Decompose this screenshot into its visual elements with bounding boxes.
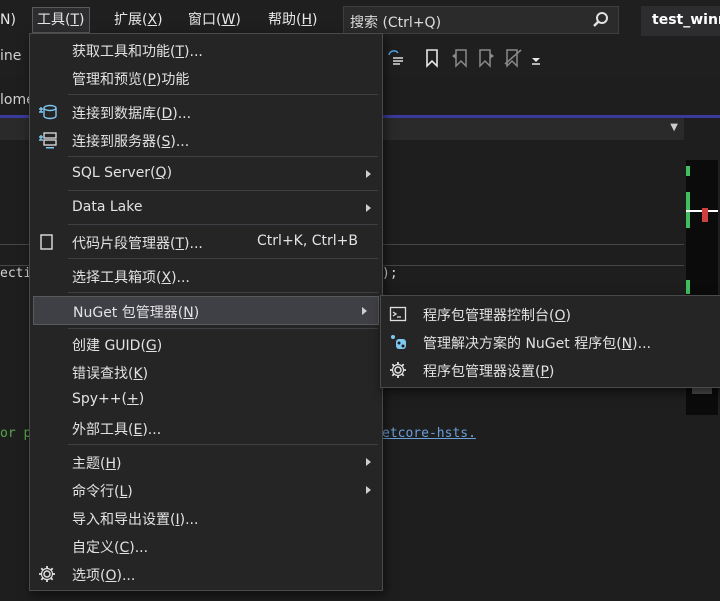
- submenu-item-package-settings[interactable]: 程序包管理器设置(P): [381, 356, 720, 384]
- menu-item-label: 外部工具(E)...: [72, 422, 162, 438]
- server-connect-icon: [38, 131, 57, 149]
- menu-item-label: 创建 GUID(G): [72, 338, 163, 354]
- menu-item-connect-database[interactable]: 连接到数据库(D)...: [30, 99, 382, 125]
- nuget-icon: [389, 333, 407, 351]
- menu-item-import-export[interactable]: 导入和导出设置(I)...: [30, 505, 382, 531]
- tools-menu: 获取工具和功能(T)... 管理和预览(P)功能 连接到数据库(D)... 连接…: [29, 33, 383, 591]
- code-line-fragment: ecti: [0, 266, 32, 281]
- menu-item-shortcut: Ctrl+K, Ctrl+B: [257, 233, 358, 249]
- format-icon[interactable]: [386, 48, 406, 72]
- bookmark-clear-icon[interactable]: [503, 48, 523, 72]
- toolbar-overflow-icon[interactable]: [530, 54, 542, 70]
- database-connect-icon: [38, 103, 57, 121]
- menu-separator: [68, 94, 378, 95]
- menu-separator: [68, 328, 378, 329]
- snippet-icon: [38, 233, 56, 251]
- menu-item-label: 错误查找(K): [72, 366, 149, 382]
- menu-separator: [68, 190, 378, 191]
- bookmark-next-icon[interactable]: [476, 48, 496, 72]
- bookmark-prev-icon[interactable]: [450, 48, 470, 72]
- submenu-item-label: 程序包管理器设置(P): [423, 364, 555, 380]
- menu-window[interactable]: 窗口(W): [184, 8, 245, 32]
- menu-separator: [68, 444, 378, 445]
- menu-help[interactable]: 帮助(H): [264, 8, 321, 32]
- menu-item-label: 主题(H): [72, 456, 122, 472]
- submenu-arrow-icon: [362, 307, 367, 315]
- submenu-item-package-console[interactable]: 程序包管理器控制台(O): [381, 300, 720, 328]
- submenu-arrow-icon: [366, 170, 371, 178]
- menu-item-label: Spy++(+): [72, 391, 145, 407]
- submenu-arrow-icon: [366, 458, 371, 466]
- menu-item-label: 选择工具箱项(X)...: [72, 270, 190, 286]
- submenu-item-label: 管理解决方案的 NuGet 程序包(N)...: [423, 336, 651, 352]
- menu-item-sql-server[interactable]: SQL Server(Q): [30, 161, 382, 187]
- chevron-down-icon[interactable]: ▼: [670, 122, 678, 133]
- menu-item-error-lookup[interactable]: 错误查找(K): [30, 359, 382, 385]
- menu-partial-item[interactable]: N): [0, 8, 20, 32]
- menu-item-label: 获取工具和功能(T)...: [72, 44, 203, 60]
- gear-icon: [389, 361, 407, 379]
- menu-item-data-lake[interactable]: Data Lake: [30, 195, 382, 221]
- gear-icon: [38, 565, 56, 583]
- submenu-item-label: 程序包管理器控制台(O): [423, 308, 571, 324]
- menu-extensions[interactable]: 扩展(X): [110, 8, 167, 32]
- menu-item-label: 导入和导出设置(I)...: [72, 512, 199, 528]
- solution-title: test_winr: [641, 6, 720, 36]
- menu-separator: [68, 224, 378, 225]
- menu-item-command-line[interactable]: 命令行(L): [30, 477, 382, 503]
- menu-item-spy[interactable]: Spy++(+): [30, 387, 382, 413]
- submenu-item-manage-nuget[interactable]: 管理解决方案的 NuGet 程序包(N)...: [381, 328, 720, 356]
- bookmark-icon[interactable]: [424, 48, 440, 72]
- menu-item-label: 命令行(L): [72, 484, 133, 500]
- menu-separator: [68, 292, 378, 293]
- menu-item-external-tools[interactable]: 外部工具(E)...: [30, 415, 382, 441]
- menu-item-theme[interactable]: 主题(H): [30, 449, 382, 475]
- menu-item-label: NuGet 包管理器(N): [73, 305, 200, 321]
- menu-item-label: 连接到服务器(S)...: [72, 134, 190, 150]
- search-box[interactable]: 搜索 (Ctrl+Q): [343, 6, 619, 34]
- menu-item-snippets-manager[interactable]: 代码片段管理器(T)... Ctrl+K, Ctrl+B: [30, 229, 382, 255]
- menu-item-label: 自定义(C)...: [72, 540, 149, 556]
- code-line-fragment-end: );: [382, 266, 398, 281]
- menu-item-choose-toolbox[interactable]: 选择工具箱项(X)...: [30, 263, 382, 289]
- search-placeholder: 搜索 (Ctrl+Q): [350, 15, 442, 31]
- menu-item-label: 连接到数据库(D)...: [72, 106, 192, 122]
- menu-item-options[interactable]: 选项(O)...: [30, 561, 382, 587]
- menu-tools[interactable]: 工具(T): [32, 7, 90, 33]
- menu-item-connect-server[interactable]: 连接到服务器(S)...: [30, 127, 382, 153]
- menu-item-label: Data Lake: [72, 199, 143, 215]
- code-comment-fragment: or p: [0, 426, 32, 441]
- menu-item-label: 管理和预览(P)功能: [72, 72, 190, 88]
- menu-item-label: 选项(O)...: [72, 568, 136, 584]
- menu-item-label: 代码片段管理器(T)...: [72, 236, 203, 252]
- menu-item-manage-preview[interactable]: 管理和预览(P)功能: [30, 65, 382, 91]
- console-icon: [389, 305, 407, 323]
- menu-item-create-guid[interactable]: 创建 GUID(G): [30, 331, 382, 357]
- menu-item-label: SQL Server(Q): [72, 165, 173, 181]
- menu-separator: [68, 156, 378, 157]
- code-link-fragment[interactable]: etcore-hsts.: [382, 426, 476, 441]
- toolbar-partial-label: ine: [0, 48, 22, 64]
- solution-title-text: test_winr: [652, 12, 720, 28]
- menu-item-get-tools[interactable]: 获取工具和功能(T)...: [30, 37, 382, 63]
- menu-separator: [68, 258, 378, 259]
- nuget-submenu: 程序包管理器控制台(O) 管理解决方案的 NuGet 程序包(N)... 程序包…: [380, 295, 720, 388]
- search-icon[interactable]: [592, 10, 610, 34]
- menu-item-nuget[interactable]: NuGet 包管理器(N): [33, 296, 379, 325]
- submenu-arrow-icon: [366, 486, 371, 494]
- submenu-arrow-icon: [366, 204, 371, 212]
- menu-item-customize[interactable]: 自定义(C)...: [30, 533, 382, 559]
